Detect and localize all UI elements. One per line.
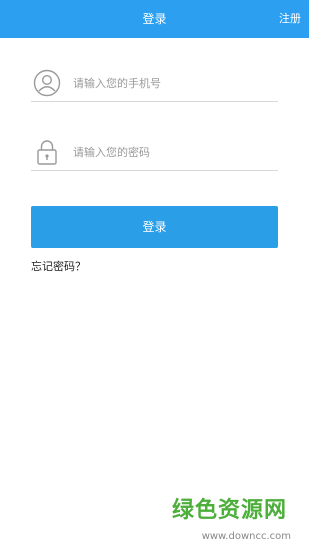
lock-icon (33, 138, 61, 166)
app-header: 登录 注册 (0, 0, 309, 38)
forgot-password-link[interactable]: 忘记密码？ (31, 258, 86, 274)
watermark-logo: 绿色资源网 (171, 498, 287, 523)
phone-field (31, 66, 278, 102)
user-avatar-icon (33, 69, 61, 97)
password-field (31, 135, 278, 171)
phone-input[interactable] (73, 72, 273, 94)
login-button[interactable]: 登录 (31, 206, 278, 248)
watermark-url: www.downcc.com (201, 531, 291, 542)
password-input[interactable] (73, 141, 273, 163)
page-title: 登录 (142, 12, 167, 26)
register-link[interactable]: 注册 (279, 0, 301, 38)
